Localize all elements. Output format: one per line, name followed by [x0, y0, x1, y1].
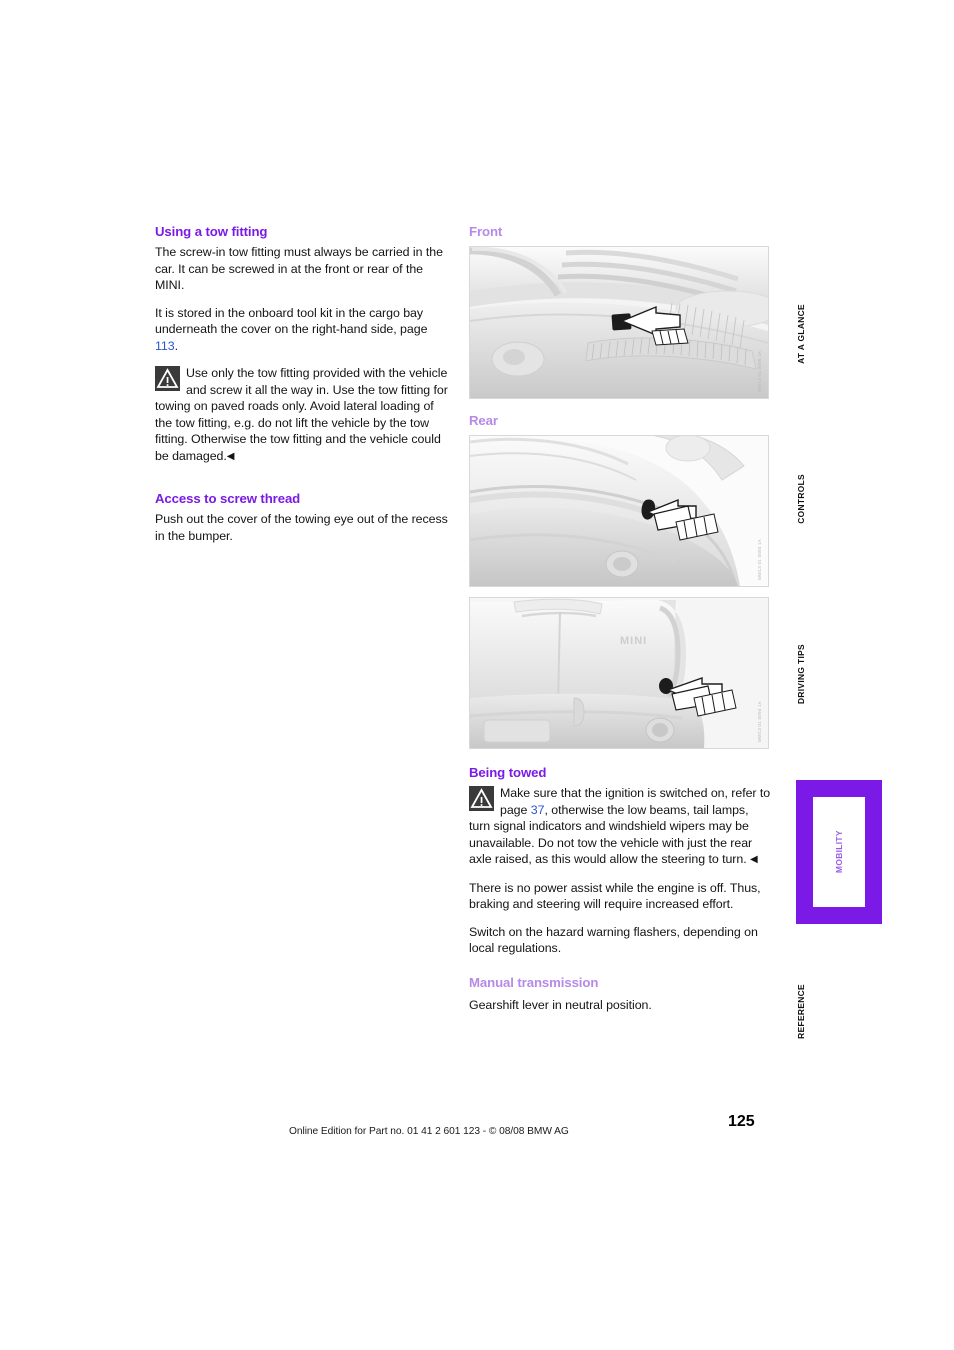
paragraph-hazard-flashers: Switch on the hazard warning flashers, d…	[469, 924, 758, 956]
heading-rear: Rear	[469, 413, 498, 428]
warning-endmark-right: ◀	[750, 854, 758, 865]
paragraph-tool-kit-location: It is stored in the onboard tool kit in …	[155, 305, 450, 355]
paragraph-tow-fitting-carried: The screw-in tow fitting must always be …	[155, 245, 443, 292]
tab-mobility-active[interactable]: MOBILITY	[796, 780, 882, 924]
page-number: 125	[728, 1113, 755, 1130]
tab-reference-label: REFERENCE	[796, 984, 806, 1039]
warning-text-tow-fitting: Use only the tow fitting provided with t…	[155, 366, 448, 463]
warning-block-being-towed: Make sure that the ignition is switched …	[469, 785, 771, 869]
tab-at-a-glance[interactable]: AT A GLANCE	[796, 304, 882, 364]
figure-rear-wide: MINI MW13 01 0094 1A	[469, 597, 769, 749]
heading-access-to-screw-thread: Access to screw thread	[155, 491, 301, 506]
tab-controls-label: CONTROLS	[796, 474, 806, 524]
front-bumper-illustration	[470, 247, 768, 398]
heading-manual-transmission: Manual transmission	[469, 974, 599, 990]
warning-triangle-icon	[469, 786, 494, 811]
figure-front-tow-fitting: MW13 01 0096 1A	[469, 246, 769, 399]
manual-page: Using a tow fitting The screw-in tow fit…	[0, 0, 954, 1350]
heading-front: Front	[469, 224, 503, 239]
footer-edition-note: Online Edition for Part no. 01 41 2 601 …	[289, 1126, 569, 1137]
paragraph-push-out-cover: Push out the cover of the towing eye out…	[155, 512, 448, 543]
tab-controls[interactable]: CONTROLS	[796, 474, 882, 524]
rear-bumper-closeup-illustration	[470, 436, 768, 586]
left-column: Using a tow fitting The screw-in tow fit…	[155, 224, 450, 544]
paragraph-tool-kit-location-period: .	[174, 338, 179, 353]
tab-driving-tips[interactable]: DRIVING TIPS	[796, 644, 882, 704]
paragraph-gearshift-neutral: Gearshift lever in neutral position.	[469, 997, 652, 1012]
paragraph-no-power-assist: There is no power assist while the engin…	[469, 880, 761, 912]
tab-mobility-label: MOBILITY	[834, 830, 844, 874]
section-tab-rail: AT A GLANCE CONTROLS DRIVING TIPS MOBILI…	[796, 224, 896, 1104]
warning-endmark-left: ◀	[226, 450, 235, 462]
heading-being-towed: Being towed	[469, 765, 547, 780]
warning-triangle-icon	[155, 366, 180, 391]
figure-rear-tow-fitting-closeup: MW13 01 0093 1A	[469, 435, 769, 587]
figure-rear1-code: MW13 01 0093 1A	[757, 538, 762, 580]
tab-driving-tips-label: DRIVING TIPS	[796, 644, 806, 705]
page-reference-37[interactable]: 37	[531, 803, 545, 817]
figure-rear2-code: MW13 01 0094 1A	[757, 700, 762, 742]
warning-block-tow-fitting: Use only the tow fitting provided with t…	[155, 365, 450, 465]
tab-reference[interactable]: REFERENCE	[796, 984, 882, 1039]
right-column: Front MW13 01 0096 1A Rear MW13 01 0093 …	[469, 224, 771, 1013]
paragraph-tool-kit-location-text: It is stored in the onboard tool kit in …	[155, 305, 428, 337]
svg-text:MINI: MINI	[620, 635, 647, 647]
rear-wide-illustration: MINI	[470, 598, 768, 748]
figure-front-code: MW13 01 0096 1A	[757, 350, 762, 392]
page-reference-113[interactable]: 113	[155, 339, 175, 353]
heading-using-a-tow-fitting: Using a tow fitting	[155, 224, 268, 239]
tab-at-a-glance-label: AT A GLANCE	[796, 304, 806, 364]
